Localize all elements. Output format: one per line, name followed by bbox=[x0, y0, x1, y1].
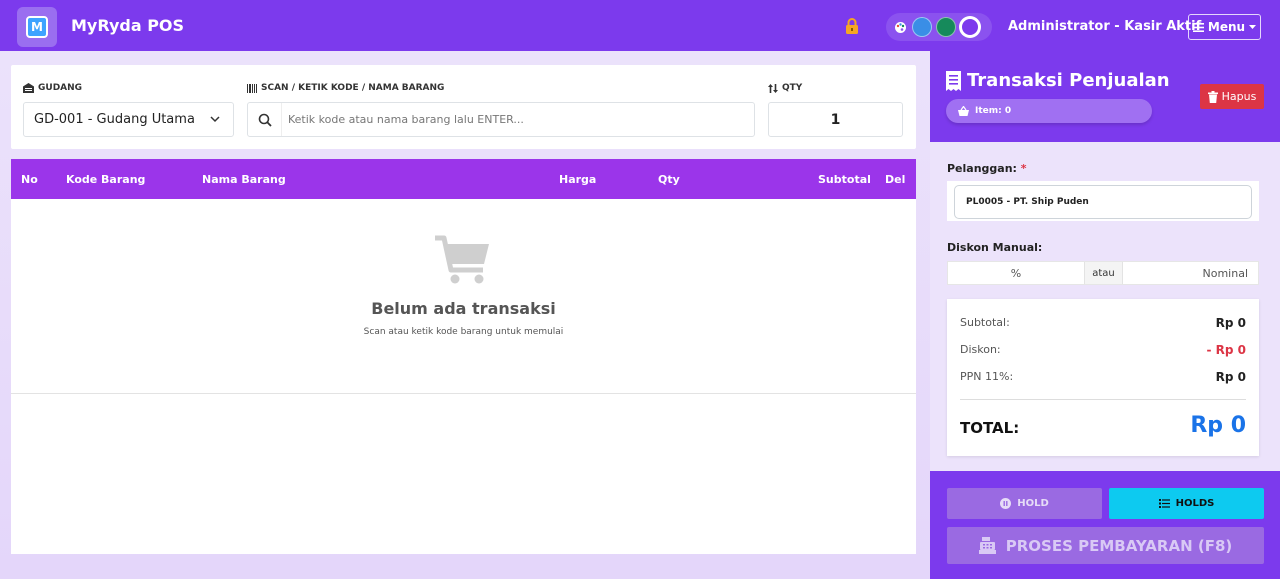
subtotal-label: Subtotal: bbox=[960, 316, 1010, 329]
search-icon bbox=[248, 103, 282, 136]
caret-down-icon bbox=[1249, 24, 1257, 29]
hapus-button[interactable]: Hapus bbox=[1200, 84, 1264, 109]
action-area: HOLD HOLDS PROSES PEMBAYARAN (F8) bbox=[930, 471, 1280, 579]
discount-label: Diskon Manual: bbox=[947, 241, 1043, 254]
input-panel: GUDANG GD-001 - Gudang Utama SCAN / KETI… bbox=[11, 65, 916, 149]
transaction-header: Transaksi Penjualan Item: 0 Hapus bbox=[930, 51, 1280, 142]
total-label: TOTAL: bbox=[960, 419, 1020, 437]
scan-label: SCAN / KETIK KODE / NAMA BARANG bbox=[247, 83, 444, 93]
cash-register-icon bbox=[978, 537, 996, 554]
tax-row: PPN 11%: Rp 0 bbox=[960, 370, 1246, 384]
sort-arrows-icon bbox=[768, 83, 778, 93]
user-label: Administrator - Kasir Aktif bbox=[1008, 19, 1202, 34]
discount-row: % atau Nominal bbox=[947, 261, 1259, 285]
empty-state: Belum ada transaksi Scan atau ketik kode… bbox=[11, 199, 916, 394]
discount-percent-input[interactable]: % bbox=[948, 262, 1084, 284]
customer-label: Pelanggan: * bbox=[947, 162, 1027, 175]
discount-summary-row: Diskon: - Rp 0 bbox=[960, 343, 1246, 357]
trash-icon bbox=[1207, 90, 1218, 103]
theme-swatch-green[interactable] bbox=[936, 17, 956, 37]
empty-subtitle: Scan atau ketik kode barang untuk memula… bbox=[363, 327, 564, 337]
customer-select-wrap: PL0005 - PT. Ship Puden bbox=[947, 181, 1259, 221]
summary-divider bbox=[960, 399, 1246, 400]
col-no: No bbox=[21, 173, 38, 186]
basket-icon bbox=[958, 106, 969, 116]
gudang-label: GUDANG bbox=[23, 83, 82, 93]
theme-swatch-blue[interactable] bbox=[912, 17, 932, 37]
col-harga: Harga bbox=[559, 173, 597, 186]
col-subtotal: Subtotal bbox=[818, 173, 871, 186]
menu-button[interactable]: Menu bbox=[1188, 14, 1261, 40]
hold-button[interactable]: HOLD bbox=[947, 488, 1102, 519]
discount-summary-label: Diskon: bbox=[960, 343, 1001, 356]
gudang-select[interactable]: GD-001 - Gudang Utama bbox=[23, 102, 234, 137]
customer-select[interactable]: PL0005 - PT. Ship Puden bbox=[954, 185, 1252, 219]
palette-icon bbox=[892, 19, 908, 35]
required-mark: * bbox=[1020, 162, 1027, 175]
logo-letter: M bbox=[26, 16, 48, 38]
chevron-down-icon bbox=[210, 116, 220, 123]
warehouse-icon bbox=[23, 83, 34, 93]
tax-label: PPN 11%: bbox=[960, 370, 1014, 383]
discount-nominal-input[interactable]: Nominal bbox=[1123, 262, 1258, 284]
process-payment-button[interactable]: PROSES PEMBAYARAN (F8) bbox=[947, 527, 1264, 564]
transaction-title: Transaksi Penjualan bbox=[946, 70, 1170, 91]
subtotal-value: Rp 0 bbox=[1215, 316, 1246, 330]
list-icon bbox=[1158, 499, 1170, 508]
menu-label: Menu bbox=[1207, 20, 1246, 34]
cart-table: No Kode Barang Nama Barang Harga Qty Sub… bbox=[11, 159, 916, 554]
app-logo[interactable]: M bbox=[17, 7, 57, 47]
total-value: Rp 0 bbox=[1190, 413, 1246, 438]
col-kode-barang: Kode Barang bbox=[66, 173, 146, 186]
pause-icon bbox=[1000, 498, 1012, 509]
scan-field bbox=[247, 102, 755, 137]
scan-input[interactable] bbox=[282, 104, 754, 135]
receipt-icon bbox=[946, 70, 961, 91]
app-title: MyRyda POS bbox=[71, 16, 185, 35]
tax-value: Rp 0 bbox=[1215, 370, 1246, 384]
gudang-value: GD-001 - Gudang Utama bbox=[34, 112, 195, 127]
hamburger-icon bbox=[1192, 22, 1204, 32]
col-nama-barang: Nama Barang bbox=[202, 173, 286, 186]
subtotal-row: Subtotal: Rp 0 bbox=[960, 316, 1246, 330]
col-del: Del bbox=[885, 173, 906, 186]
empty-title: Belum ada transaksi bbox=[371, 299, 556, 318]
qty-label: QTY bbox=[768, 83, 802, 93]
table-header: No Kode Barang Nama Barang Harga Qty Sub… bbox=[11, 159, 916, 199]
theme-switcher bbox=[886, 13, 992, 41]
lock-icon[interactable] bbox=[843, 17, 861, 35]
summary-card: Subtotal: Rp 0 Diskon: - Rp 0 PPN 11%: R… bbox=[947, 299, 1259, 456]
barcode-icon bbox=[247, 83, 257, 93]
theme-swatch-purple[interactable] bbox=[960, 17, 980, 37]
item-count-badge: Item: 0 bbox=[946, 99, 1152, 123]
discount-summary-value: - Rp 0 bbox=[1206, 343, 1246, 357]
transaction-sidebar: Transaksi Penjualan Item: 0 Hapus Pelang… bbox=[930, 51, 1280, 579]
discount-or-label: atau bbox=[1084, 262, 1123, 284]
col-qty: Qty bbox=[658, 173, 680, 186]
top-navbar: M MyRyda POS Administrator - Kasir Aktif… bbox=[0, 0, 1280, 51]
shopping-cart-icon bbox=[435, 235, 489, 284]
qty-input[interactable] bbox=[768, 102, 903, 137]
holds-button[interactable]: HOLDS bbox=[1109, 488, 1264, 519]
